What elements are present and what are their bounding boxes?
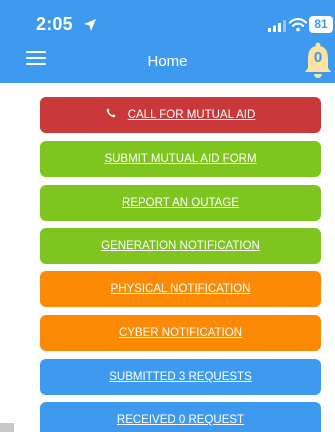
call-for-mutual-aid-button[interactable]: CALL FOR MUTUAL AID xyxy=(40,97,321,133)
corner-overlay xyxy=(0,423,14,432)
button-label: GENERATION NOTIFICATION xyxy=(101,240,260,252)
app-bar: 2:05 81 Home 0 xyxy=(0,0,335,83)
button-label: CYBER NOTIFICATION xyxy=(118,327,243,339)
page-title: Home xyxy=(147,53,188,70)
button-label: CALL FOR MUTUAL AID xyxy=(127,109,256,121)
button-label: SUBMIT MUTUAL AID FORM xyxy=(104,153,257,165)
generation-notification-button[interactable]: GENERATION NOTIFICATION xyxy=(40,228,321,264)
button-label: RECEIVED 0 REQUEST xyxy=(116,414,245,426)
received-requests-button[interactable]: RECEIVED 0 REQUEST xyxy=(40,402,321,432)
report-an-outage-button[interactable]: REPORT AN OUTAGE xyxy=(40,185,321,221)
button-label: REPORT AN OUTAGE xyxy=(122,197,239,209)
physical-notification-button[interactable]: PHYSICAL NOTIFICATION xyxy=(40,271,321,307)
home-screen: 2:05 81 Home 0 CALL FOR MUTUAL AID SUBMI… xyxy=(0,0,335,432)
submitted-requests-button[interactable]: SUBMITTED 3 REQUESTS xyxy=(40,359,321,395)
button-label: PHYSICAL NOTIFICATION xyxy=(110,283,251,295)
submit-mutual-aid-form-button[interactable]: SUBMIT MUTUAL AID FORM xyxy=(40,141,321,177)
notification-bell-button[interactable]: 0 xyxy=(301,41,335,81)
cyber-notification-button[interactable]: CYBER NOTIFICATION xyxy=(40,315,321,351)
phone-icon xyxy=(106,108,116,118)
notification-count: 0 xyxy=(313,49,323,66)
location-arrow-icon xyxy=(84,19,96,31)
battery-indicator: 81 xyxy=(309,16,333,33)
signal-icon xyxy=(268,20,286,32)
status-time: 2:05 xyxy=(36,14,73,34)
wifi-icon xyxy=(289,18,307,32)
button-label: SUBMITTED 3 REQUESTS xyxy=(109,371,252,383)
